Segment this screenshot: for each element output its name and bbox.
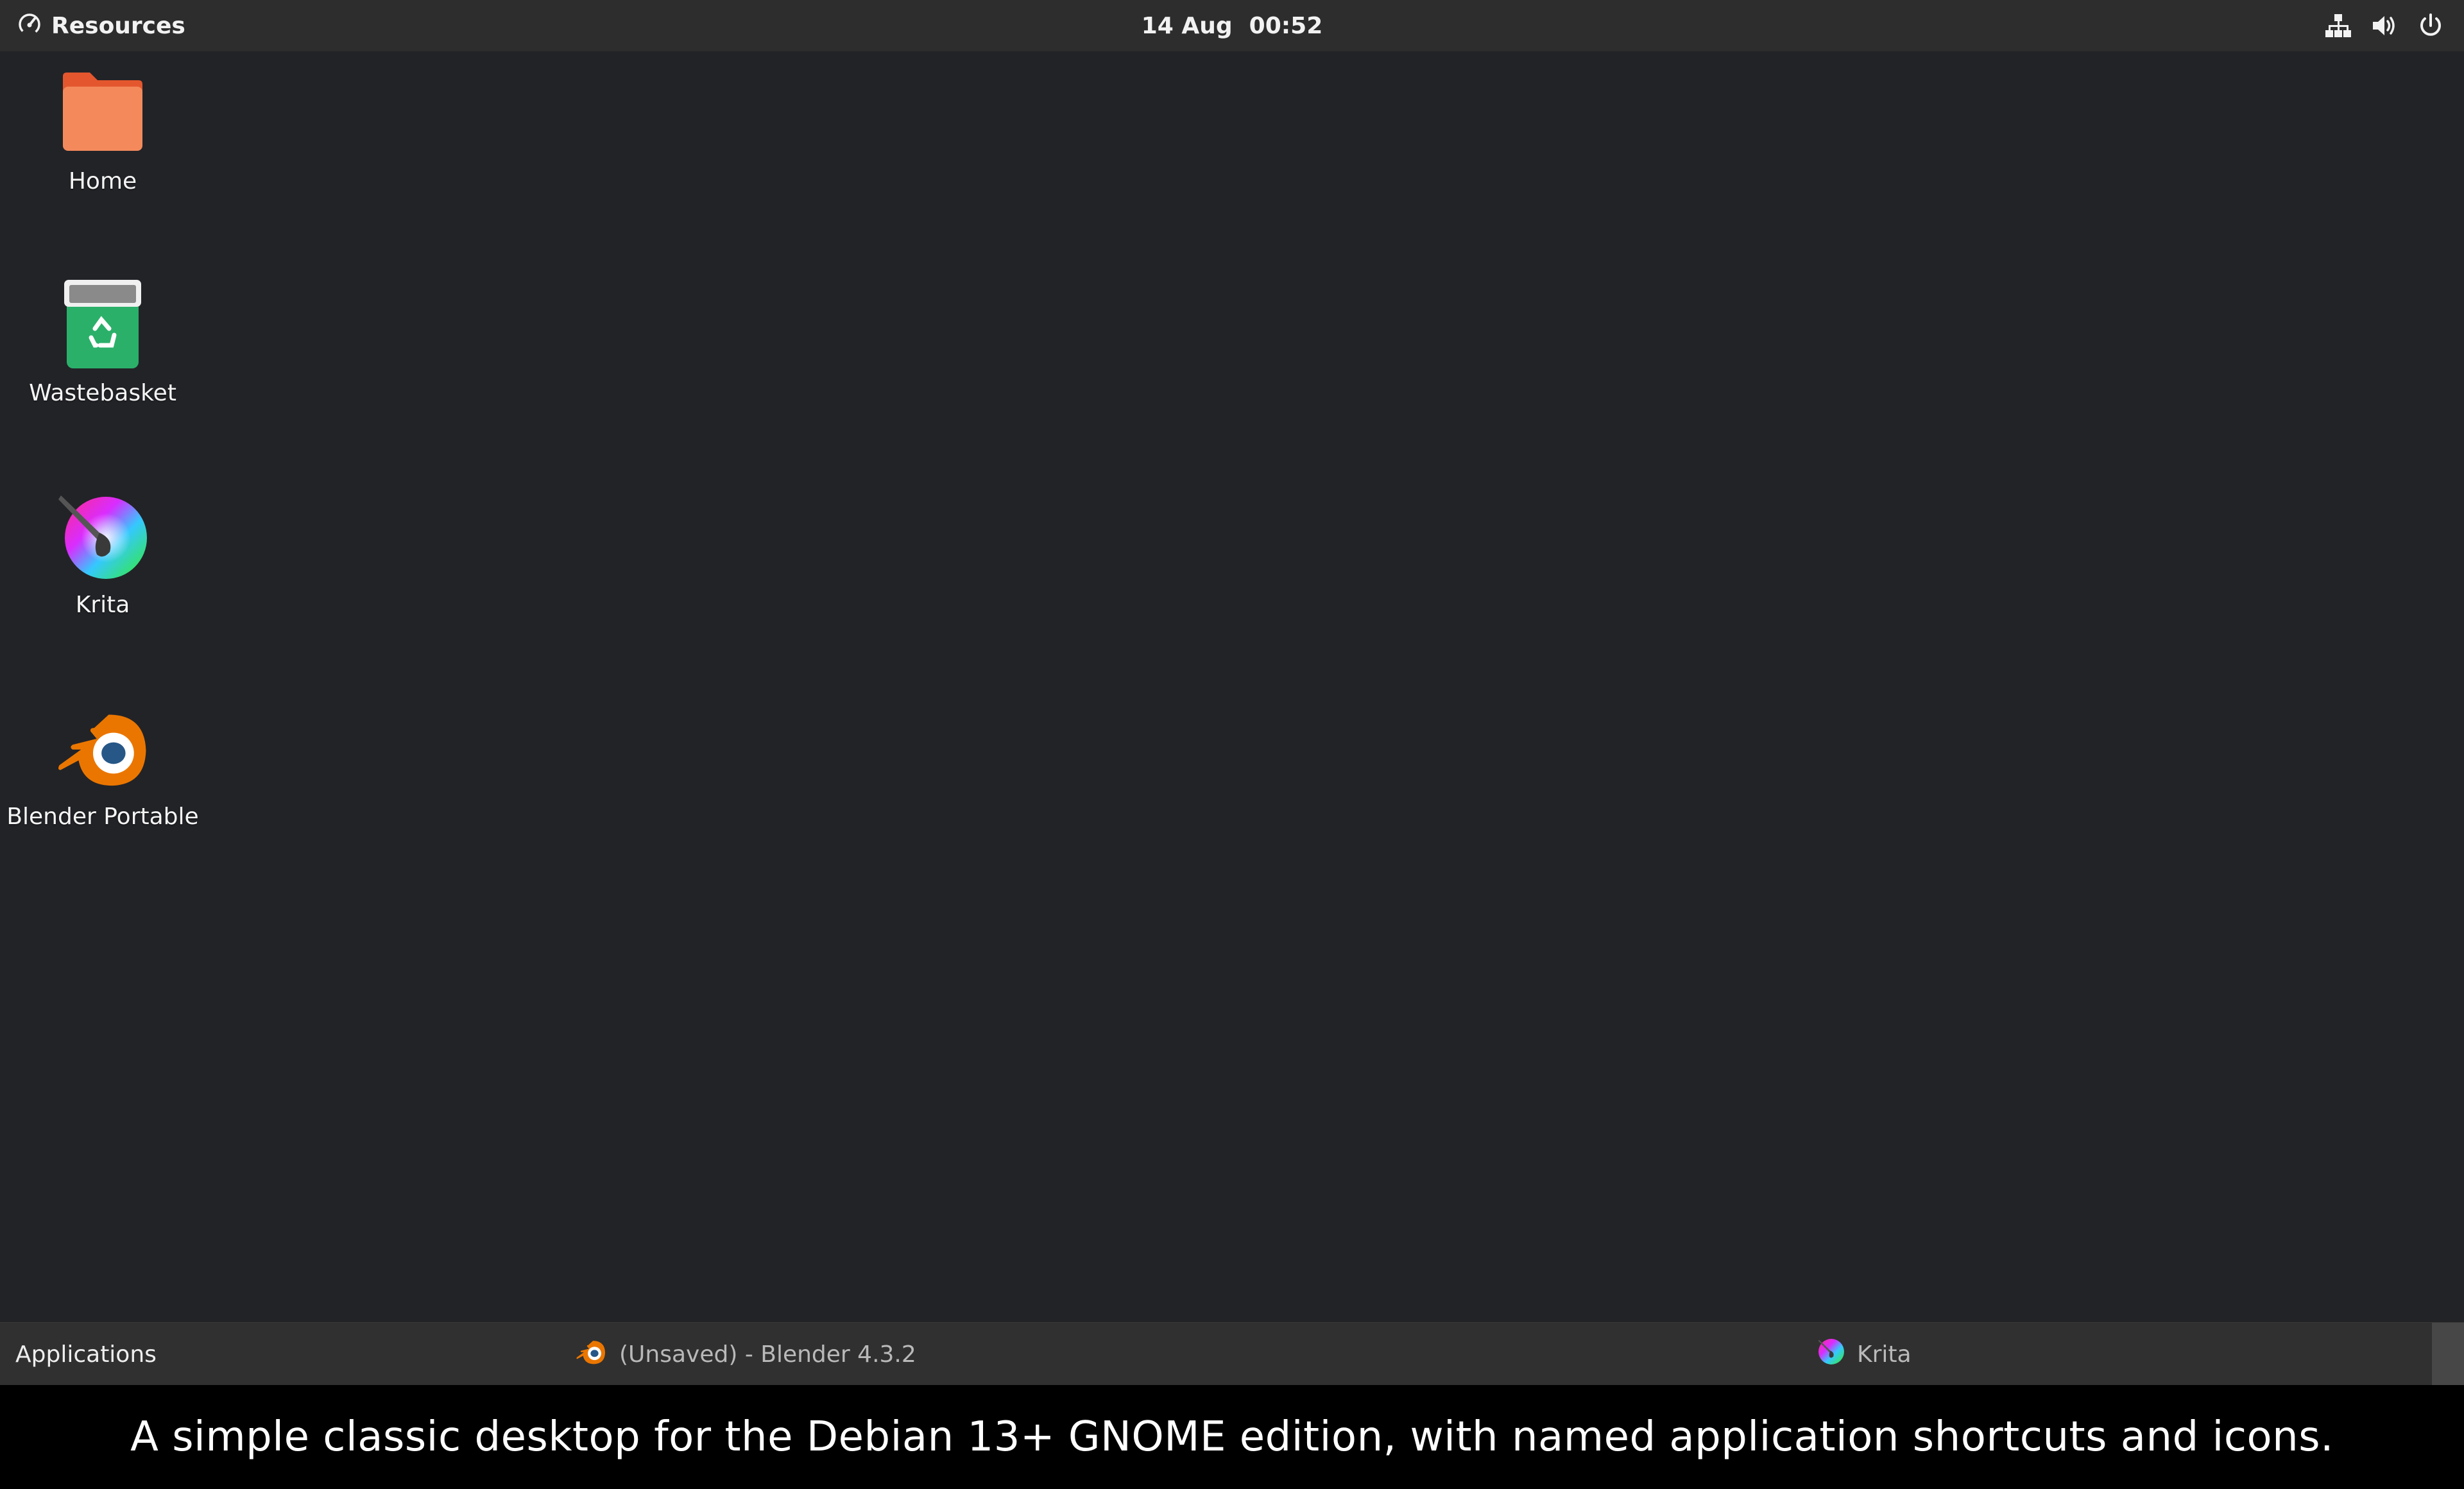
trash-icon <box>55 276 151 372</box>
bottom-taskbar: Applications (Unsaved) - Blender 4.3.2 K… <box>0 1322 2464 1386</box>
desktop-icon-home[interactable]: Home <box>0 64 205 194</box>
desktop-icon-label: Wastebasket <box>29 380 176 406</box>
krita-icon <box>55 488 151 584</box>
taskbar-window-label: Krita <box>1857 1341 1912 1368</box>
blender-icon <box>574 1337 608 1372</box>
desktop-icon-label: Krita <box>75 592 130 618</box>
krita-icon <box>1817 1338 1845 1372</box>
folder-icon <box>55 64 151 160</box>
network-wired-icon[interactable] <box>2324 12 2352 40</box>
desktop-icon-krita[interactable]: Krita <box>0 488 205 618</box>
speedometer-icon <box>17 12 42 40</box>
blender-icon <box>55 700 151 796</box>
caption-bar: A simple classic desktop for the Debian … <box>0 1385 2464 1489</box>
clock[interactable]: 14 Aug 00:52 <box>1142 0 1322 51</box>
activities-label: Resources <box>51 12 185 39</box>
power-icon[interactable] <box>2417 12 2445 40</box>
desktop-icon-blender-portable[interactable]: Blender Portable <box>0 700 205 830</box>
clock-date: 14 Aug <box>1141 12 1233 39</box>
taskbar-window-krita[interactable]: Krita <box>1817 1323 1912 1386</box>
volume-icon[interactable] <box>2370 12 2399 40</box>
activities-button[interactable]: Resources <box>17 0 185 51</box>
taskbar-window-blender[interactable]: (Unsaved) - Blender 4.3.2 <box>574 1323 916 1386</box>
caption-text: A simple classic desktop for the Debian … <box>130 1413 2334 1461</box>
desktop-icon-label: Home <box>68 168 137 194</box>
top-bar: Resources 14 Aug 00:52 <box>0 0 2464 51</box>
desktop-icon-label: Blender Portable <box>6 804 199 830</box>
system-tray <box>2324 0 2445 51</box>
desktop-icon-wastebasket[interactable]: Wastebasket <box>0 276 205 406</box>
applications-menu-button[interactable]: Applications <box>15 1323 157 1386</box>
workspace-switcher[interactable] <box>2432 1323 2464 1386</box>
applications-menu-label: Applications <box>15 1341 157 1368</box>
clock-time: 00:52 <box>1249 12 1323 39</box>
taskbar-window-label: (Unsaved) - Blender 4.3.2 <box>619 1341 916 1368</box>
